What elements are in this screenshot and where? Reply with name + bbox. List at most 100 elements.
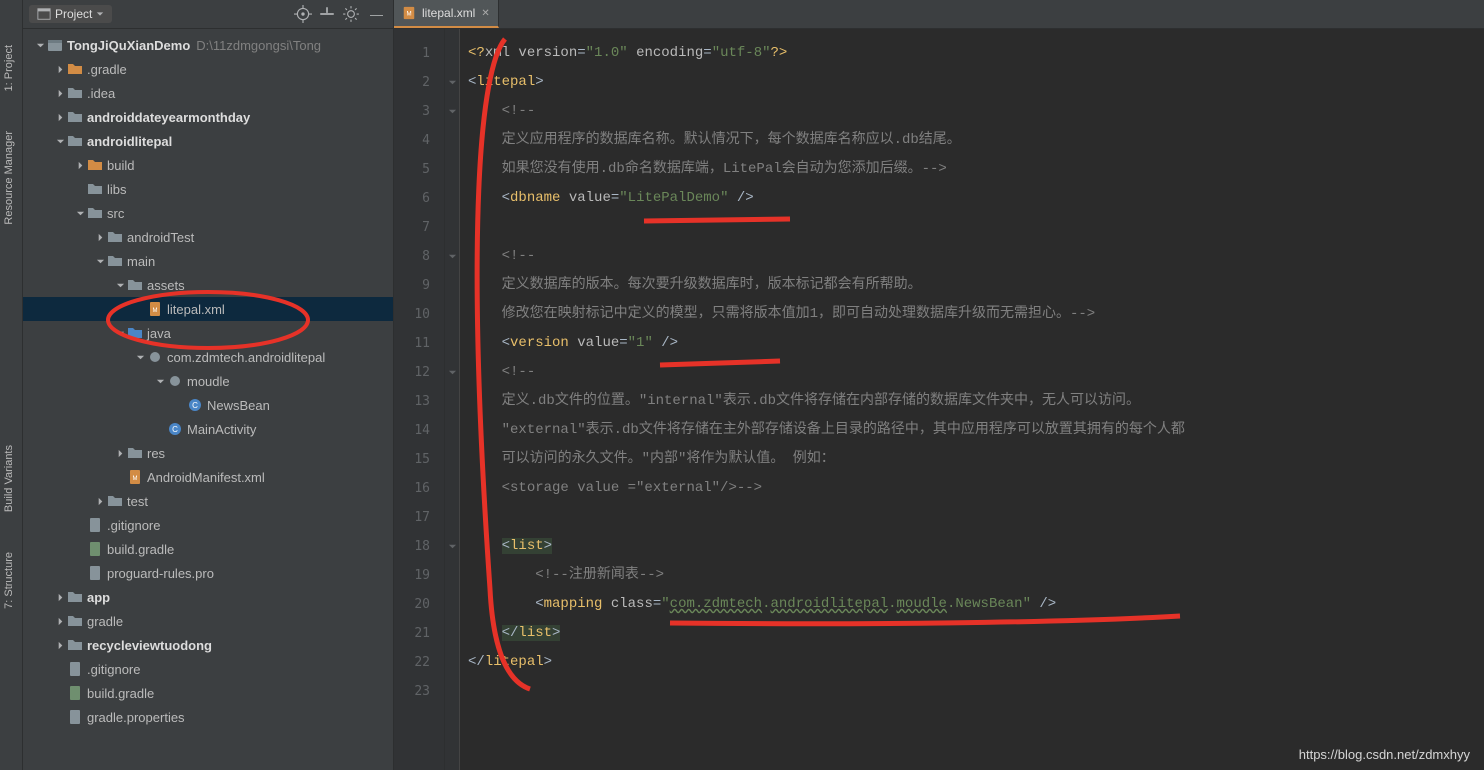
line-number: 2 bbox=[394, 68, 444, 97]
line-number: 12 bbox=[394, 358, 444, 387]
line-number: 10 bbox=[394, 300, 444, 329]
tree-item-newsbean[interactable]: CNewsBean bbox=[23, 393, 393, 417]
tree-item-litepal-xml[interactable]: Mlitepal.xml bbox=[23, 297, 393, 321]
collapse-all-icon[interactable] bbox=[318, 5, 336, 23]
line-number: 11 bbox=[394, 329, 444, 358]
code-line[interactable]: <!-- bbox=[468, 358, 1484, 387]
line-number: 21 bbox=[394, 619, 444, 648]
code-line[interactable]: <!--注册新闻表--> bbox=[468, 561, 1484, 590]
line-number: 3 bbox=[394, 97, 444, 126]
code-line[interactable]: </litepal> bbox=[468, 648, 1484, 677]
line-number: 20 bbox=[394, 590, 444, 619]
code-line[interactable]: <!-- bbox=[468, 242, 1484, 271]
code-line[interactable]: <storage value ="external"/>--> bbox=[468, 474, 1484, 503]
tree-item-app[interactable]: app bbox=[23, 585, 393, 609]
line-number: 1 bbox=[394, 39, 444, 68]
tree-item-gradle-properties[interactable]: gradle.properties bbox=[23, 705, 393, 729]
editor-area: M litepal.xml ✕ 123456789101112131415161… bbox=[394, 0, 1484, 770]
tree-item--idea[interactable]: .idea bbox=[23, 81, 393, 105]
line-number: 8 bbox=[394, 242, 444, 271]
hide-icon[interactable]: — bbox=[366, 7, 387, 22]
tree-item--gitignore[interactable]: .gitignore bbox=[23, 513, 393, 537]
tree-item-src[interactable]: src bbox=[23, 201, 393, 225]
line-number: 22 bbox=[394, 648, 444, 677]
tree-item-gradle[interactable]: gradle bbox=[23, 609, 393, 633]
code-line[interactable]: 如果您没有使用.db命名数据库端，LitePal会自动为您添加后缀。--> bbox=[468, 155, 1484, 184]
project-view-dropdown[interactable]: Project bbox=[29, 5, 112, 23]
line-number: 17 bbox=[394, 503, 444, 532]
line-number: 23 bbox=[394, 677, 444, 706]
code-line[interactable]: 定义数据库的版本。每次要升级数据库时，版本标记都会有所帮助。 bbox=[468, 271, 1484, 300]
svg-text:C: C bbox=[192, 401, 198, 410]
line-number: 14 bbox=[394, 416, 444, 445]
line-number: 4 bbox=[394, 126, 444, 155]
code-line[interactable]: </list> bbox=[468, 619, 1484, 648]
code-line[interactable]: <dbname value="LitePalDemo" /> bbox=[468, 184, 1484, 213]
line-number: 13 bbox=[394, 387, 444, 416]
svg-text:C: C bbox=[172, 425, 178, 434]
project-header: Project — bbox=[23, 0, 393, 29]
svg-text:M: M bbox=[406, 11, 411, 18]
tree-item-build[interactable]: build bbox=[23, 153, 393, 177]
line-number: 15 bbox=[394, 445, 444, 474]
line-number: 18 bbox=[394, 532, 444, 561]
tree-item-tongjiquxiandemo[interactable]: TongJiQuXianDemoD:\11zdmgongsi\Tong bbox=[23, 33, 393, 57]
tree-item-moudle[interactable]: moudle bbox=[23, 369, 393, 393]
tree-item-main[interactable]: main bbox=[23, 249, 393, 273]
code-line[interactable]: 可以访问的永久文件。"内部"将作为默认值。 例如： bbox=[468, 445, 1484, 474]
vtab-project[interactable]: 1: Project bbox=[0, 40, 22, 96]
line-number: 6 bbox=[394, 184, 444, 213]
vtab-structure[interactable]: 7: Structure bbox=[0, 547, 22, 614]
close-icon[interactable]: ✕ bbox=[481, 8, 489, 19]
line-number: 5 bbox=[394, 155, 444, 184]
tree-item-build-gradle[interactable]: build.gradle bbox=[23, 537, 393, 561]
tree-item-com-zdmtech-androidlitepal[interactable]: com.zdmtech.androidlitepal bbox=[23, 345, 393, 369]
gear-icon[interactable] bbox=[342, 5, 360, 23]
code-line[interactable]: <litepal> bbox=[468, 68, 1484, 97]
tree-item-libs[interactable]: libs bbox=[23, 177, 393, 201]
svg-text:M: M bbox=[133, 476, 138, 482]
tree-item-androidlitepal[interactable]: androidlitepal bbox=[23, 129, 393, 153]
tab-litepal-xml[interactable]: M litepal.xml ✕ bbox=[394, 0, 499, 28]
code-line[interactable]: <list> bbox=[468, 532, 1484, 561]
code-line[interactable] bbox=[468, 503, 1484, 532]
line-number: 19 bbox=[394, 561, 444, 590]
project-tree[interactable]: TongJiQuXianDemoD:\11zdmgongsi\Tong.grad… bbox=[23, 29, 393, 770]
code-line[interactable]: <!-- bbox=[468, 97, 1484, 126]
line-gutter: 1234567891011121314151617181920212223 bbox=[394, 29, 445, 770]
code-line[interactable]: <mapping class="com.zdmtech.androidlitep… bbox=[468, 590, 1484, 619]
code-line[interactable]: <?xml version="1.0" encoding="utf-8"?> bbox=[468, 39, 1484, 68]
code-line[interactable]: <version value="1" /> bbox=[468, 329, 1484, 358]
code-line[interactable]: 定义应用程序的数据库名称。默认情况下，每个数据库名称应以.db结尾。 bbox=[468, 126, 1484, 155]
line-number: 7 bbox=[394, 213, 444, 242]
tree-item--gitignore[interactable]: .gitignore bbox=[23, 657, 393, 681]
tree-item-androidmanifest-xml[interactable]: MAndroidManifest.xml bbox=[23, 465, 393, 489]
code-line[interactable]: 修改您在映射标记中定义的模型，只需将版本值加1，即可自动处理数据库升级而无需担心… bbox=[468, 300, 1484, 329]
code-line[interactable]: 定义.db文件的位置。"internal"表示.db文件将存储在内部存储的数据库… bbox=[468, 387, 1484, 416]
project-view-label: Project bbox=[55, 7, 92, 21]
code-editor[interactable]: <?xml version="1.0" encoding="utf-8"?><l… bbox=[460, 29, 1484, 770]
tree-item-androiddateyearmonthday[interactable]: androiddateyearmonthday bbox=[23, 105, 393, 129]
tree-item-java[interactable]: java bbox=[23, 321, 393, 345]
locate-icon[interactable] bbox=[294, 5, 312, 23]
tree-item-build-gradle[interactable]: build.gradle bbox=[23, 681, 393, 705]
vtab-build-variants[interactable]: Build Variants bbox=[0, 440, 22, 517]
tree-item-proguard-rules-pro[interactable]: proguard-rules.pro bbox=[23, 561, 393, 585]
tree-item--gradle[interactable]: .gradle bbox=[23, 57, 393, 81]
tab-label: litepal.xml bbox=[422, 6, 475, 20]
tree-item-assets[interactable]: assets bbox=[23, 273, 393, 297]
tree-item-recycleviewtuodong[interactable]: recycleviewtuodong bbox=[23, 633, 393, 657]
tree-item-test[interactable]: test bbox=[23, 489, 393, 513]
code-line[interactable] bbox=[468, 677, 1484, 706]
watermark-text: https://blog.csdn.net/zdmxhyy bbox=[1299, 747, 1470, 762]
project-panel: Project — TongJiQuXianDemoD:\11zdmgongsi… bbox=[23, 0, 394, 770]
tree-item-res[interactable]: res bbox=[23, 441, 393, 465]
editor-tabs: M litepal.xml ✕ bbox=[394, 0, 1484, 29]
tree-item-mainactivity[interactable]: CMainActivity bbox=[23, 417, 393, 441]
code-line[interactable]: "external"表示.db文件将存储在主外部存储设备上目录的路径中，其中应用… bbox=[468, 416, 1484, 445]
code-line[interactable] bbox=[468, 213, 1484, 242]
tree-item-androidtest[interactable]: androidTest bbox=[23, 225, 393, 249]
fold-column[interactable] bbox=[445, 29, 460, 770]
xml-file-icon: M bbox=[402, 6, 416, 20]
vtab-resource-manager[interactable]: Resource Manager bbox=[0, 126, 22, 230]
